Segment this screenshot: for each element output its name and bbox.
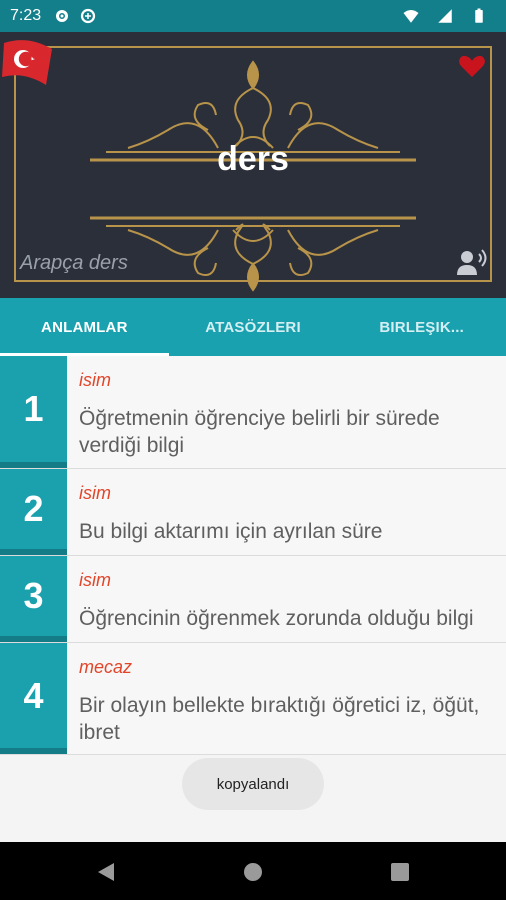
battery-icon — [475, 8, 483, 23]
meaning-text: Bir olayın bellekte bıraktığı öğretici i… — [79, 694, 480, 744]
meaning-number: 2 — [0, 469, 67, 555]
meaning-number: 1 — [0, 356, 67, 468]
navigation-bar — [0, 842, 506, 900]
meaning-row[interactable]: 3 isim Öğrencinin öğrenmek zorunda olduğ… — [0, 556, 506, 643]
settings-icon — [56, 10, 69, 22]
tab-atasozleri[interactable]: ATASÖZLERI — [169, 298, 338, 356]
meanings-list: 1 isim Öğretmenin öğrenciye belirli bir … — [0, 356, 506, 755]
meaning-type: mecaz — [79, 657, 133, 677]
word-title: ders — [217, 140, 289, 178]
pronunciation-speaker-icon[interactable] — [456, 248, 488, 276]
meaning-row[interactable]: 2 isim Bu bilgi aktarımı için ayrılan sü… — [0, 469, 506, 556]
recents-icon[interactable] — [388, 860, 412, 884]
meaning-type: isim — [79, 483, 111, 503]
wifi-icon — [403, 10, 419, 23]
meaning-number: 3 — [0, 556, 67, 642]
tab-birlesik[interactable]: BIRLEŞIK... — [337, 298, 506, 356]
signal-icon — [438, 9, 452, 23]
status-bar: 7:23 — [0, 0, 506, 32]
status-time: 7:23 — [10, 7, 42, 24]
meaning-text: Bu bilgi aktarımı için ayrılan süre — [79, 520, 383, 543]
meaning-row[interactable]: 1 isim Öğretmenin öğrenciye belirli bir … — [0, 356, 506, 469]
meaning-type: isim — [79, 370, 111, 390]
tab-bar: ANLAMLAR ATASÖZLERI BIRLEŞIK... — [0, 298, 506, 356]
data-saver-icon — [81, 8, 96, 24]
home-icon[interactable] — [241, 860, 265, 884]
word-subtitle: Arapça ders — [20, 252, 128, 274]
tab-anlamlar[interactable]: ANLAMLAR — [0, 298, 169, 356]
turkey-flag-icon[interactable] — [2, 37, 54, 85]
favorite-heart-icon[interactable] — [458, 54, 486, 78]
meaning-text: Öğrencinin öğrenmek zorunda olduğu bilgi — [79, 607, 474, 630]
back-icon[interactable] — [94, 860, 118, 884]
meaning-row[interactable]: 4 mecaz Bir olayın bellekte bıraktığı öğ… — [0, 643, 506, 755]
toast-message: kopyalandı — [182, 758, 324, 810]
meaning-number: 4 — [0, 643, 67, 754]
meaning-type: isim — [79, 570, 111, 590]
meaning-text: Öğretmenin öğrenciye belirli bir sürede … — [79, 407, 440, 457]
word-header: ders Arapça ders — [0, 32, 506, 298]
